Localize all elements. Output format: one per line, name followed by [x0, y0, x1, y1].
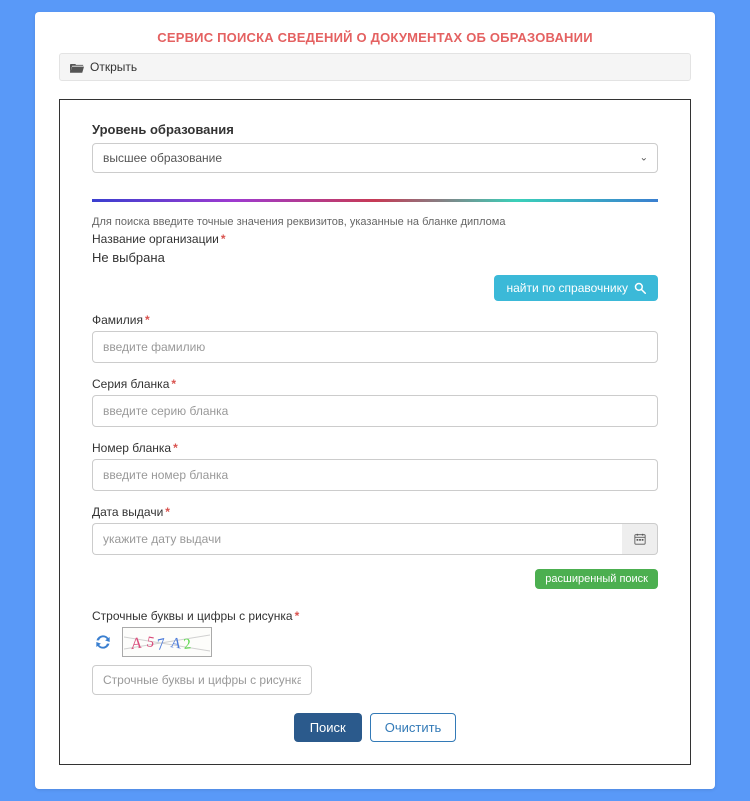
surname-input[interactable] — [92, 331, 658, 363]
captcha-label-text: Строчные буквы и цифры с рисунка — [92, 609, 293, 623]
advanced-search-button[interactable]: расширенный поиск — [535, 569, 658, 589]
form-hint: Для поиска введите точные значения рекви… — [92, 216, 658, 228]
level-label: Уровень образования — [92, 122, 658, 137]
series-label-text: Серия бланка — [92, 377, 169, 391]
advanced-search-row: расширенный поиск — [92, 569, 658, 589]
divider-gradient — [92, 199, 658, 202]
required-mark: * — [221, 232, 226, 246]
svg-text:7: 7 — [155, 635, 167, 653]
number-input[interactable] — [92, 459, 658, 491]
search-icon — [634, 282, 646, 294]
number-label: Номер бланка* — [92, 441, 658, 455]
search-button[interactable]: Поиск — [294, 713, 362, 742]
date-picker-button[interactable] — [622, 523, 658, 555]
advanced-search-label: расширенный поиск — [545, 573, 648, 585]
number-group: Номер бланка* — [92, 441, 658, 491]
page-container: СЕРВИС ПОИСКА СВЕДЕНИЙ О ДОКУМЕНТАХ ОБ О… — [35, 12, 715, 789]
page-title: СЕРВИС ПОИСКА СВЕДЕНИЙ О ДОКУМЕНТАХ ОБ О… — [59, 30, 691, 45]
find-reference-label: найти по справочнику — [506, 281, 628, 295]
find-reference-row: найти по справочнику — [92, 275, 658, 301]
clear-button-label: Очистить — [385, 720, 442, 735]
find-reference-button[interactable]: найти по справочнику — [494, 275, 658, 301]
action-row: Поиск Очистить — [92, 713, 658, 742]
search-button-label: Поиск — [310, 720, 346, 735]
clear-button[interactable]: Очистить — [370, 713, 457, 742]
surname-label: Фамилия* — [92, 313, 658, 327]
number-label-text: Номер бланка — [92, 441, 171, 455]
captcha-row: A 5 7 A 2 — [92, 627, 658, 657]
level-select-wrap: высшее образование ⌄ — [92, 143, 658, 173]
surname-label-text: Фамилия — [92, 313, 143, 327]
series-label: Серия бланка* — [92, 377, 658, 391]
date-input[interactable] — [92, 523, 622, 555]
captcha-input[interactable] — [92, 665, 312, 695]
svg-text:2: 2 — [183, 636, 192, 653]
form-frame: Уровень образования высшее образование ⌄… — [59, 99, 691, 765]
date-group-wrap: Дата выдачи* — [92, 505, 658, 555]
org-label-text: Название организации — [92, 232, 219, 246]
required-mark: * — [165, 505, 170, 519]
required-mark: * — [171, 377, 176, 391]
org-label: Название организации* — [92, 232, 658, 246]
svg-text:A: A — [169, 635, 182, 652]
svg-text:A: A — [129, 635, 142, 653]
required-mark: * — [295, 609, 300, 623]
series-input[interactable] — [92, 395, 658, 427]
calendar-icon — [634, 533, 646, 545]
surname-group: Фамилия* — [92, 313, 658, 363]
svg-text:5: 5 — [145, 634, 155, 651]
org-not-selected: Не выбрана — [92, 250, 658, 265]
date-label-text: Дата выдачи — [92, 505, 163, 519]
required-mark: * — [145, 313, 150, 327]
date-label: Дата выдачи* — [92, 505, 658, 519]
open-label: Открыть — [90, 60, 137, 74]
date-input-group — [92, 523, 658, 555]
refresh-captcha-button[interactable] — [92, 631, 114, 653]
captcha-label: Строчные буквы и цифры с рисунка* — [92, 609, 658, 623]
folder-open-icon — [70, 62, 84, 73]
captcha-image: A 5 7 A 2 — [122, 627, 212, 657]
series-group: Серия бланка* — [92, 377, 658, 427]
required-mark: * — [173, 441, 178, 455]
level-select[interactable]: высшее образование — [92, 143, 658, 173]
open-panel[interactable]: Открыть — [59, 53, 691, 81]
